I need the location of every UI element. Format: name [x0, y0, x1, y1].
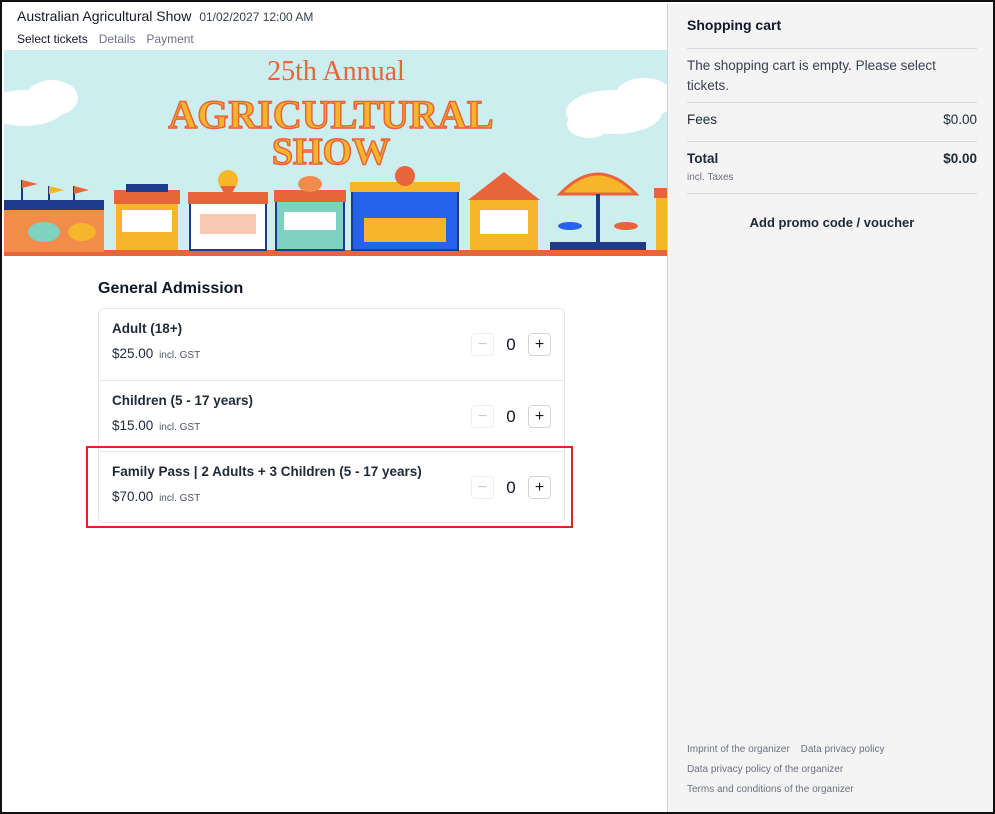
data-privacy-link[interactable]: Data privacy policy — [801, 744, 885, 755]
total-value: $0.00 — [943, 151, 977, 166]
fees-value: $0.00 — [943, 112, 977, 127]
window-frame: Australian Agricultural Show 01/02/2027 … — [0, 0, 995, 814]
incl-taxes-note: incl. Taxes — [687, 172, 734, 183]
quantity-stepper: − 0 + — [471, 405, 551, 428]
shopping-cart-panel: Shopping cart The shopping cart is empty… — [667, 4, 993, 812]
ticket-tax-note: incl. GST — [159, 350, 201, 361]
decrease-quantity-button[interactable]: − — [471, 405, 494, 428]
quantity-value[interactable]: 0 — [494, 335, 528, 355]
quantity-value[interactable]: 0 — [494, 407, 528, 427]
ticket-list: Adult (18+) $25.00 incl. GST − 0 + Child… — [98, 308, 565, 523]
decrease-quantity-button[interactable]: − — [471, 333, 494, 356]
terms-link[interactable]: Terms and conditions of the organizer — [687, 784, 854, 795]
cart-title: Shopping cart — [687, 17, 782, 33]
quantity-stepper: − 0 + — [471, 476, 551, 499]
organizer-privacy-link[interactable]: Data privacy policy of the organizer — [687, 764, 843, 775]
footer-links: Imprint of the organizer Data privacy po… — [687, 740, 893, 800]
ticket-tax-note: incl. GST — [159, 493, 201, 504]
cart-empty-message: The shopping cart is empty. Please selec… — [687, 58, 936, 93]
step-select-tickets[interactable]: Select tickets — [17, 32, 88, 46]
banner-illustration: 25th Annual AGRICULTURAL SHOW — [4, 50, 667, 256]
divider — [687, 48, 977, 49]
imprint-link[interactable]: Imprint of the organizer — [687, 744, 790, 755]
increase-quantity-button[interactable]: + — [528, 405, 551, 428]
ticket-shop-panel: Australian Agricultural Show 01/02/2027 … — [4, 4, 667, 812]
ticket-price-value: $25.00 — [112, 346, 154, 361]
decrease-quantity-button[interactable]: − — [471, 476, 494, 499]
banner-line1: 25th Annual — [267, 56, 405, 87]
total-row: Total $0.00 — [687, 151, 977, 166]
step-payment[interactable]: Payment — [146, 32, 193, 46]
ticket-price-value: $70.00 — [112, 489, 154, 504]
event-header: Australian Agricultural Show 01/02/2027 … — [4, 4, 667, 50]
fees-label: Fees — [687, 112, 718, 127]
quantity-stepper: − 0 + — [471, 333, 551, 356]
event-date: 01/02/2027 12:00 AM — [199, 10, 314, 24]
increase-quantity-button[interactable]: + — [528, 476, 551, 499]
banner-line3: SHOW — [272, 131, 390, 173]
step-details[interactable]: Details — [99, 32, 136, 46]
divider — [687, 193, 977, 194]
total-label: Total — [687, 151, 719, 166]
event-title: Australian Agricultural Show — [17, 8, 192, 24]
ticket-row-children: Children (5 - 17 years) $15.00 incl. GST… — [99, 380, 564, 451]
ticket-price-value: $15.00 — [112, 418, 154, 433]
add-promo-code-link[interactable]: Add promo code / voucher — [687, 215, 977, 230]
checkout-steps: Select tickets Details Payment — [17, 32, 667, 46]
event-banner: 25th Annual AGRICULTURAL SHOW — [4, 50, 667, 256]
ticket-tax-note: incl. GST — [159, 422, 201, 433]
quantity-value[interactable]: 0 — [494, 478, 528, 498]
ticket-row-family-pass: Family Pass | 2 Adults + 3 Children (5 -… — [99, 451, 564, 522]
ticket-row-adult: Adult (18+) $25.00 incl. GST − 0 + — [99, 309, 564, 380]
fees-row: Fees $0.00 — [687, 112, 977, 127]
increase-quantity-button[interactable]: + — [528, 333, 551, 356]
market-stall-illustration — [114, 184, 180, 250]
divider — [687, 141, 977, 142]
divider — [687, 102, 977, 103]
section-title-general-admission: General Admission — [98, 280, 244, 297]
